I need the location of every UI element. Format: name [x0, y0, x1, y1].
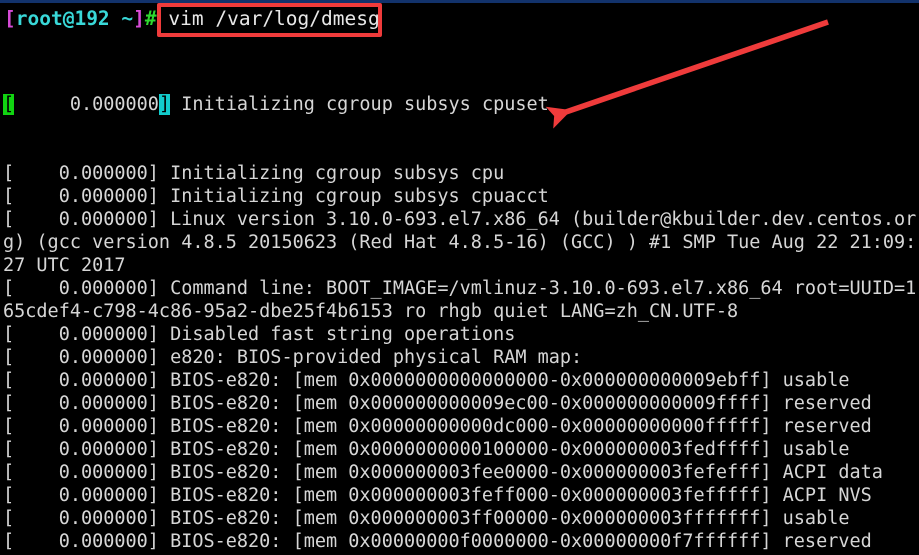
terminal-line: [ 0.000000] BIOS-e820: [mem 0x0000000000…: [3, 370, 850, 391]
terminal-line: [ 0.000000] e820: BIOS-provided physical…: [3, 347, 583, 368]
prompt-close-bracket: ]: [133, 7, 145, 30]
text-cursor[interactable]: [: [3, 94, 15, 115]
terminal-line: [ 0.000000] Initializing cgroup subsys c…: [3, 186, 549, 207]
terminal-window[interactable]: [root@192 ~]# vim /var/log/dmesg [ 0.000…: [0, 0, 919, 555]
terminal-line: 27 UTC 2017: [3, 255, 126, 276]
terminal-line: [ 0.000000] BIOS-e820: [mem 0x0000000000…: [3, 393, 872, 414]
terminal-line: g) (gcc version 4.8.5 20150623 (Red Hat …: [3, 232, 917, 253]
prompt-user-host: root@192: [15, 7, 110, 30]
matching-brace-highlight: ]: [158, 94, 171, 115]
terminal-line: 65cdef4-c798-4c86-95a2-dbe25f4b6153 ro r…: [3, 301, 739, 322]
terminal-line: [ 0.000000] Linux version 3.10.0-693.el7…: [3, 209, 917, 230]
terminal-line-message: Initializing cgroup subsys cpuset: [170, 94, 549, 115]
terminal-line: [ 0.000000] Initializing cgroup subsys c…: [3, 163, 505, 184]
terminal-line-cursor: [ 0.000000] Initializing cgroup subsys c…: [3, 93, 919, 116]
terminal-line: [ 0.000000] BIOS-e820: [mem 0x00000000f0…: [3, 531, 872, 552]
typed-command[interactable]: vim /var/log/dmesg: [157, 7, 379, 30]
terminal-output-area[interactable]: [ 0.000000] Initializing cgroup subsys c…: [3, 47, 919, 555]
terminal-line: [ 0.000000] BIOS-e820: [mem 0x0000000000…: [3, 416, 872, 437]
terminal-line: [ 0.000000] BIOS-e820: [mem 0x000000003f…: [3, 508, 850, 529]
prompt-hash-symbol: #: [144, 7, 157, 30]
terminal-line: [ 0.000000] BIOS-e820: [mem 0x000000003f…: [3, 462, 883, 483]
terminal-line: [ 0.000000] Disabled fast string operati…: [3, 324, 516, 345]
terminal-line: [ 0.000000] BIOS-e820: [mem 0x000000003f…: [3, 485, 872, 506]
terminal-line: [ 0.000000] BIOS-e820: [mem 0x0000000000…: [3, 439, 850, 460]
terminal-line-timestamp: 0.000000: [14, 94, 159, 115]
prompt-cwd: ~: [109, 7, 134, 30]
window-top-edge: [0, 0, 919, 3]
prompt-open-bracket: [: [4, 7, 16, 30]
shell-prompt-line: [root@192 ~]# vim /var/log/dmesg: [4, 6, 380, 32]
terminal-line: [ 0.000000] Command line: BOOT_IMAGE=/vm…: [3, 278, 917, 299]
